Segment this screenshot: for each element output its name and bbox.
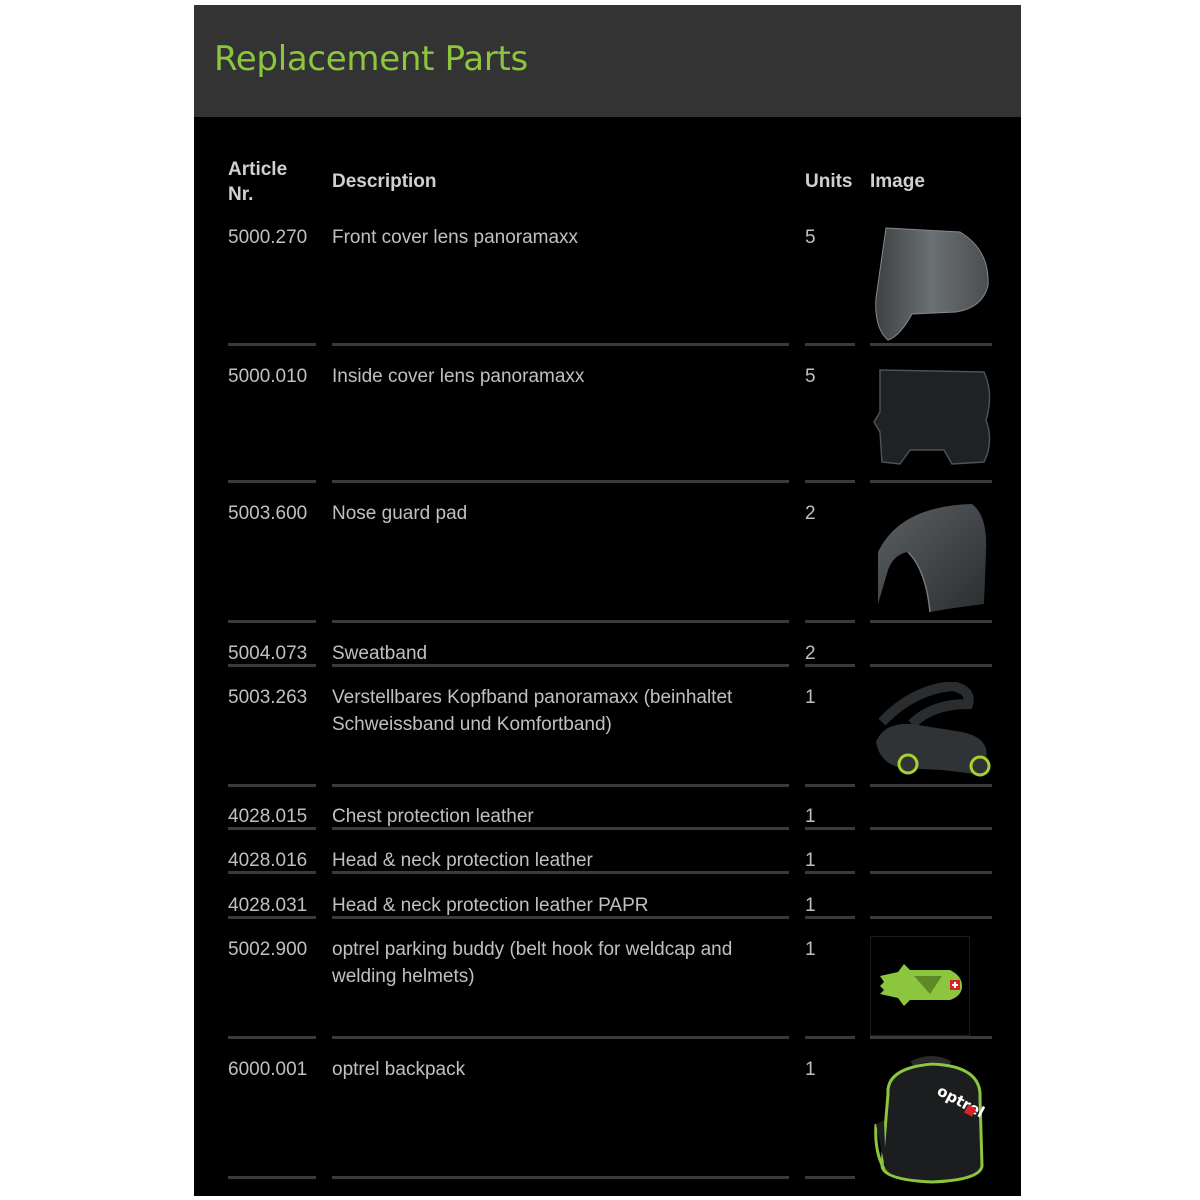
row-units: 1 <box>805 939 816 960</box>
row-article: 5002.900 <box>228 939 308 960</box>
row-divider <box>805 871 855 874</box>
row-divider <box>332 343 789 346</box>
backpack-image: optrel <box>874 1056 988 1184</box>
row-article: 6000.001 <box>228 1059 308 1080</box>
row-divider <box>332 916 789 919</box>
row-divider <box>805 480 855 483</box>
row-divider <box>805 1176 855 1179</box>
row-article: 4028.015 <box>228 806 308 827</box>
row-divider <box>332 1176 789 1179</box>
row-divider <box>805 664 855 667</box>
front-cover-lens-image <box>875 227 989 341</box>
row-description: Verstellbares Kopfband panoramaxx (beinh… <box>332 687 733 708</box>
row-divider <box>870 871 992 874</box>
row-article: 4028.016 <box>228 850 308 871</box>
row-article: 5000.010 <box>228 366 308 387</box>
row-description: Front cover lens panoramaxx <box>332 227 579 248</box>
row-units: 1 <box>805 1059 816 1080</box>
row-description: optrel parking buddy (belt hook for weld… <box>332 939 733 960</box>
row-divider <box>332 480 789 483</box>
row-divider <box>332 620 789 623</box>
row-divider <box>870 343 992 346</box>
panel-header: Replacement Parts <box>194 5 1021 117</box>
nose-guard-pad-image <box>878 504 987 613</box>
row-units: 5 <box>805 227 816 248</box>
row-units: 2 <box>805 503 816 524</box>
parking-buddy-image <box>870 936 970 1036</box>
row-description: Head & neck protection leather <box>332 850 593 871</box>
row-divider <box>332 664 789 667</box>
col-header-article: Article Nr. <box>228 159 288 205</box>
row-divider <box>805 343 855 346</box>
row-divider <box>332 784 789 787</box>
col-header-description: Description <box>332 171 437 192</box>
row-article: 4028.031 <box>228 895 308 916</box>
row-units: 1 <box>805 850 816 871</box>
row-divider <box>228 620 316 623</box>
row-divider <box>228 1036 316 1039</box>
row-divider <box>870 784 992 787</box>
col-header-units: Units <box>805 171 853 192</box>
row-divider <box>805 916 855 919</box>
row-divider <box>870 620 992 623</box>
row-divider <box>228 784 316 787</box>
row-description: optrel backpack <box>332 1059 466 1080</box>
row-description: Head & neck protection leather PAPR <box>332 895 649 916</box>
row-divider <box>228 664 316 667</box>
row-divider <box>805 827 855 830</box>
row-divider <box>870 916 992 919</box>
row-divider <box>805 620 855 623</box>
col-header-image: Image <box>870 171 925 192</box>
row-divider <box>870 827 992 830</box>
row-article: 5003.263 <box>228 687 308 708</box>
row-description: Sweatband <box>332 643 428 664</box>
row-description: Inside cover lens panoramaxx <box>332 366 585 387</box>
row-units: 2 <box>805 643 816 664</box>
inside-cover-lens-image <box>873 369 991 465</box>
row-article: 5003.600 <box>228 503 308 524</box>
row-units: 5 <box>805 366 816 387</box>
row-divider <box>228 343 316 346</box>
row-divider <box>870 1036 992 1039</box>
row-divider <box>228 1176 316 1179</box>
row-divider <box>332 827 789 830</box>
row-description-line2: Schweissband und Komfortband) <box>332 714 612 735</box>
row-article: 5004.073 <box>228 643 308 664</box>
row-divider <box>228 827 316 830</box>
row-article: 5000.270 <box>228 227 308 248</box>
page-title: Replacement Parts <box>214 39 528 79</box>
row-divider <box>332 1036 789 1039</box>
row-divider <box>332 871 789 874</box>
row-divider <box>228 871 316 874</box>
row-units: 1 <box>805 687 816 708</box>
row-divider <box>228 480 316 483</box>
row-description: Nose guard pad <box>332 503 468 524</box>
row-description-line2: welding helmets) <box>332 966 475 987</box>
row-divider <box>870 480 992 483</box>
row-units: 1 <box>805 895 816 916</box>
row-divider <box>805 1036 855 1039</box>
headband-image <box>876 682 991 777</box>
row-units: 1 <box>805 806 816 827</box>
row-divider <box>870 664 992 667</box>
row-divider <box>805 784 855 787</box>
row-description: Chest protection leather <box>332 806 534 827</box>
row-divider <box>228 916 316 919</box>
